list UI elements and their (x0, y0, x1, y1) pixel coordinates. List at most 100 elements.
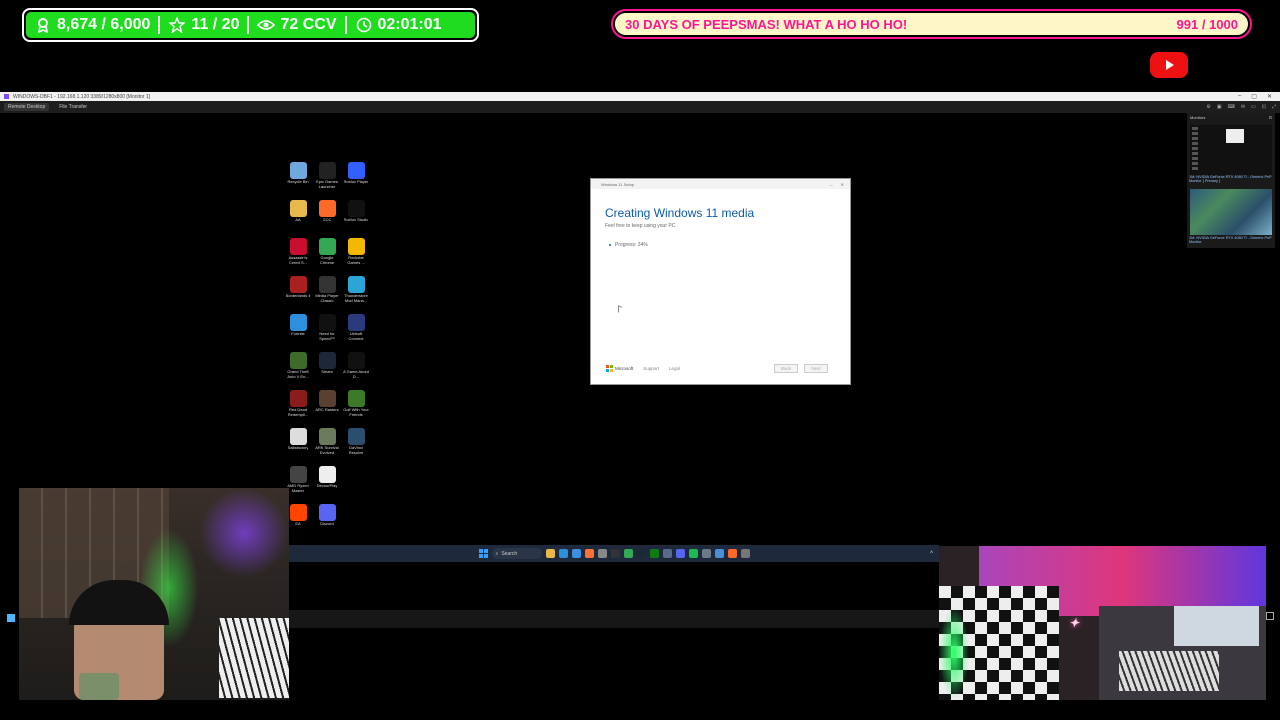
side-app-icon[interactable] (7, 614, 15, 622)
app-icon[interactable] (740, 549, 750, 558)
desktop-icon[interactable]: Thunderstore Mod Mana... (342, 276, 370, 307)
firefox-icon[interactable] (584, 549, 594, 558)
viewer-count: 72 CCV (280, 16, 337, 33)
dialog-heading: Creating Windows 11 media (605, 206, 755, 220)
desktop-icon[interactable]: Rockstar Games ... (342, 238, 370, 269)
desktop-icon[interactable]: ARC Raiders (313, 390, 341, 421)
epic-games-icon (318, 162, 336, 179)
goal-title: 30 DAYS OF PEEPSMAS! WHAT A HO HO HO! (625, 16, 908, 32)
desktop-icon-label: EA (295, 522, 301, 526)
gcc-icon (318, 200, 336, 217)
next-button[interactable]: Next (804, 364, 828, 373)
desktop-icon (342, 466, 370, 497)
desktop-icon-label: Assassin's Creed S... (288, 256, 308, 265)
store-icon[interactable] (571, 549, 581, 558)
close-icon[interactable]: ✕ (1267, 93, 1272, 100)
settings-icon[interactable]: ⚙ (1206, 104, 1210, 110)
rockstar-icon (347, 238, 365, 255)
discord-icon[interactable] (675, 549, 685, 558)
dialog-footer: Microsoft Support Legal Back Next (606, 364, 828, 373)
desktop-icon[interactable]: A Game About D... (342, 352, 370, 383)
fullscreen-icon[interactable]: ⤢ (1272, 104, 1276, 110)
windows-taskbar: ⌕ Search ^ (289, 545, 939, 562)
dialog-minimize-icon[interactable]: – (830, 182, 832, 187)
desktop-icon[interactable]: Roblox Studio (342, 200, 370, 231)
desktop-icon-label: Roblox Player (343, 180, 369, 184)
room-webcam: ✦ (939, 546, 1266, 700)
desktop-icon[interactable]: Discord (313, 504, 341, 535)
taskbar-search[interactable]: ⌕ Search (491, 548, 542, 559)
steam-icon[interactable] (636, 549, 646, 558)
desktop-icon[interactable]: Red Dead Redempti... (284, 390, 312, 421)
support-link[interactable]: Support (643, 366, 659, 371)
fortnite-icon (289, 314, 307, 331)
display-icon[interactable]: ▣ (1217, 104, 1222, 110)
golf-icon (347, 390, 365, 407)
back-button[interactable]: Back (774, 364, 798, 373)
desktop-icon[interactable]: DaVinci Resolve (342, 428, 370, 459)
monitor-1-thumbnail[interactable] (1190, 125, 1272, 175)
start-button[interactable] (478, 549, 488, 558)
microsoft-logo-icon (606, 365, 613, 372)
desktop-icon-label: ARC Raiders (315, 408, 339, 412)
chrome-icon[interactable] (623, 549, 633, 558)
app-icon[interactable] (597, 549, 607, 558)
youtube-play-icon (1150, 52, 1188, 78)
desktop-icon[interactable]: Recycle Bin (284, 162, 312, 193)
app-icon[interactable] (662, 549, 672, 558)
desktop-icon[interactable]: Fortnite (284, 314, 312, 345)
keyboard-icon[interactable]: ⌨ (1228, 104, 1235, 110)
blank-icon (347, 466, 365, 483)
desktop-icon[interactable]: Epic Games Launcher (313, 162, 341, 193)
remote-lower-area (289, 562, 939, 700)
monitor-2-thumbnail[interactable] (1190, 189, 1272, 235)
desktop-icon[interactable]: GCC (313, 200, 341, 231)
desktop-icon[interactable]: Ubisoft Connect (342, 314, 370, 345)
app-icon[interactable] (714, 549, 724, 558)
legal-link[interactable]: Legal (669, 366, 680, 371)
panel-pin-icon[interactable]: ⊡ (1269, 115, 1272, 120)
dialog-close-icon[interactable]: ✕ (841, 182, 844, 187)
remote-window-titlebar: WINDOWS-DBF1 - 192.168.1.120 3389/1280x8… (0, 92, 1280, 101)
dialog-window-title: Windows 11 Setup (601, 181, 635, 187)
goal-bar: 30 DAYS OF PEEPSMAS! WHAT A HO HO HO! 99… (611, 9, 1252, 39)
minimize-icon[interactable]: – (1238, 93, 1241, 100)
file-explorer-icon[interactable] (545, 549, 555, 558)
remote-window-title: WINDOWS-DBF1 - 192.168.1.120 3389/1280x8… (13, 93, 151, 100)
desktop-icon-label: Borderlands 4 (285, 294, 311, 298)
app-icon[interactable] (727, 549, 737, 558)
chat-icon[interactable]: ✉ (1241, 104, 1245, 110)
tray-chevron-icon[interactable]: ^ (930, 551, 933, 557)
desktop-icon[interactable]: Golf With Your Friends (342, 390, 370, 421)
lock-icon[interactable]: ⊡ (1262, 104, 1266, 110)
obs-icon[interactable] (610, 549, 620, 558)
follower-count: 8,674 / 6,000 (57, 16, 151, 33)
borderlands-icon (289, 276, 307, 293)
xbox-icon[interactable] (649, 549, 659, 558)
app-icon[interactable] (701, 549, 711, 558)
desktop-icon[interactable]: Steam (313, 352, 341, 383)
amd-icon (289, 466, 307, 483)
tab-remote-desktop[interactable]: Remote Desktop (4, 103, 50, 111)
desktop-icon[interactable]: ARK Survival Evolved (313, 428, 341, 459)
desktop-icon[interactable]: Google Chrome (313, 238, 341, 269)
desktop-icon-label: Golf With Your Friends (343, 408, 369, 417)
edge-icon[interactable] (558, 549, 568, 558)
desktop-icon[interactable]: Roblox Player (342, 162, 370, 193)
spotify-icon[interactable] (688, 549, 698, 558)
desktop-icon[interactable]: DevourPlay (313, 466, 341, 497)
desktop-icon-label: DevourPlay (316, 484, 338, 488)
monitor-icon[interactable]: ▭ (1251, 104, 1256, 110)
desktop-icon[interactable]: Need for Speed™ (313, 314, 341, 345)
desktop-icon[interactable]: Media Player Classic (313, 276, 341, 307)
desktop-icon[interactable]: Satisfactory (284, 428, 312, 459)
windows-setup-dialog: Windows 11 Setup – ✕ Creating Windows 11… (590, 178, 851, 385)
desktop-icon[interactable]: Grand Theft Auto V En... (284, 352, 312, 383)
stream-timer: 02:01:01 (377, 16, 442, 33)
desktop-icon[interactable]: AA (284, 200, 312, 231)
mouse-cursor-icon (618, 305, 622, 314)
tab-file-transfer[interactable]: File Transfer (55, 103, 91, 111)
desktop-icon[interactable]: Assassin's Creed S... (284, 238, 312, 269)
desktop-icon[interactable]: Borderlands 4 (284, 276, 312, 307)
maximize-icon[interactable]: ▢ (1251, 93, 1257, 100)
